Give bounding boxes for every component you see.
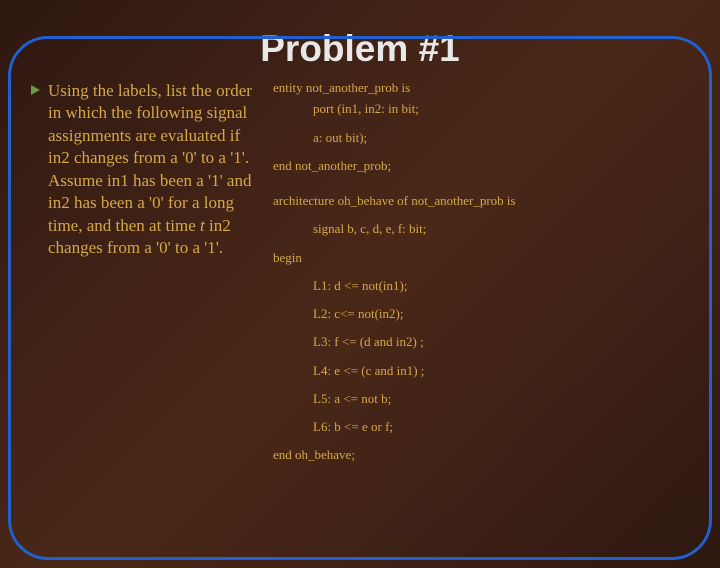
slide-frame (8, 36, 712, 560)
